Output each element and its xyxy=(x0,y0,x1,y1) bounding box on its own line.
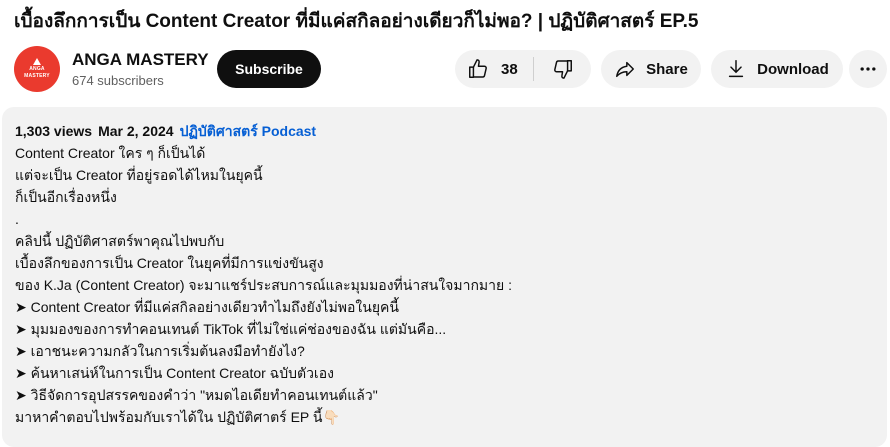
description-line: ของ K.Ja (Content Creator) จะมาแชร์ประสบ… xyxy=(15,277,512,293)
more-horizontal-icon xyxy=(860,67,876,71)
podcast-link[interactable]: ปฏิบัติศาสตร์ Podcast xyxy=(180,123,317,139)
thumb-up-icon xyxy=(469,59,487,78)
download-icon xyxy=(729,60,744,78)
description-meta: 1,303 views Mar 2, 2024 ปฏิบัติศาสตร์ Podc… xyxy=(15,122,316,140)
share-icon xyxy=(616,61,635,78)
description-text: Content Creator ใคร ๆ ก็เป็นได้ แต่จะเป็… xyxy=(15,142,512,428)
view-count: 1,303 views xyxy=(15,123,93,139)
description-line: ➤ วิธีจัดการอุปสรรคของคำว่า "หมดไอเดียทำ… xyxy=(15,387,378,403)
description-line: ➤ ค้นหาเสน่ห์ในการเป็น Content Creator ฉ… xyxy=(15,365,334,381)
description-line: ➤ เอาชนะความกลัวในการเริ่มต้นลงมือทำยังไ… xyxy=(15,343,305,359)
subscriber-count: 674 subscribers xyxy=(72,73,164,88)
description-line: แต่จะเป็น Creator ที่อยู่รอดได้ไหมในยุคน… xyxy=(15,167,263,183)
share-label: Share xyxy=(646,60,688,78)
like-button[interactable]: 38 xyxy=(455,50,533,88)
description-line: มาหาคำตอบไปพร้อมกับเราได้ใน ปฏิบัติศาตร์… xyxy=(15,409,340,425)
description-line: ➤ Content Creator ที่มีแค่สกิลอย่างเดียว… xyxy=(15,299,399,315)
channel-name[interactable]: ANGA MASTERY xyxy=(72,50,209,70)
description-line: เบื้องลึกของการเป็น Creator ในยุคที่มีกา… xyxy=(15,255,324,271)
description-line: ก็เป็นอีกเรื่องหนึ่ง xyxy=(15,189,117,205)
dislike-button[interactable] xyxy=(534,50,591,88)
subscribe-button[interactable]: Subscribe xyxy=(217,50,321,88)
more-actions-button[interactable] xyxy=(849,50,887,88)
channel-avatar[interactable]: ANGA MASTERY xyxy=(14,46,60,92)
channel-logo: ANGA MASTERY xyxy=(24,58,50,80)
download-button[interactable]: Download xyxy=(711,50,843,88)
description-line: คลิปนี้ ปฏิบัติศาสตร์พาคุณไปพบกับ xyxy=(15,233,225,249)
channel-row: ANGA MASTERY ANGA MASTERY 674 subscriber… xyxy=(14,46,890,94)
like-dislike-bar: 38 xyxy=(455,50,591,88)
like-count: 38 xyxy=(501,60,518,78)
thumb-down-icon xyxy=(553,60,572,79)
download-label: Download xyxy=(757,60,829,78)
description-line: ➤ มุมมองของการทำคอนเทนต์ TikTok ที่ไม่ใช… xyxy=(15,321,447,337)
avatar-text-line1: ANGA xyxy=(29,66,45,72)
description-line: Content Creator ใคร ๆ ก็เป็นได้ xyxy=(15,145,206,161)
avatar-text-line2: MASTERY xyxy=(24,73,50,79)
description-line: . xyxy=(15,211,19,227)
upload-date: Mar 2, 2024 xyxy=(98,123,174,139)
share-button[interactable]: Share xyxy=(601,50,701,88)
video-title: เบื้องลึกการเป็น Content Creator ที่มีแค… xyxy=(14,11,699,32)
